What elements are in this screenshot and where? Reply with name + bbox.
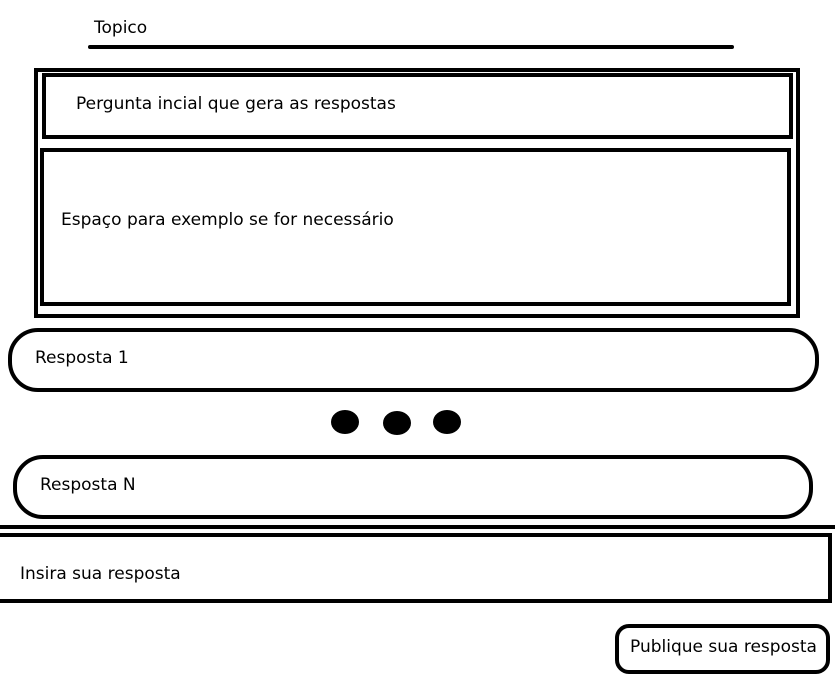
example-text: Espaço para exemplo se for necessário xyxy=(61,210,394,230)
publish-button-label: Publique sua resposta xyxy=(630,637,817,657)
answer-label-n: Resposta N xyxy=(40,475,136,495)
topic-underline xyxy=(88,45,734,49)
ellipsis-dot-icon xyxy=(383,411,411,435)
question-text: Pergunta incial que gera as respostas xyxy=(76,94,396,114)
ellipsis-dot-icon xyxy=(331,410,359,434)
reply-input-placeholder: Insira sua resposta xyxy=(20,564,181,584)
ellipsis-dot-icon xyxy=(433,410,461,434)
answer-label-1: Resposta 1 xyxy=(35,348,129,368)
topic-title: Topico xyxy=(94,18,148,38)
section-divider xyxy=(0,525,835,529)
answer-item-1[interactable] xyxy=(8,328,819,392)
